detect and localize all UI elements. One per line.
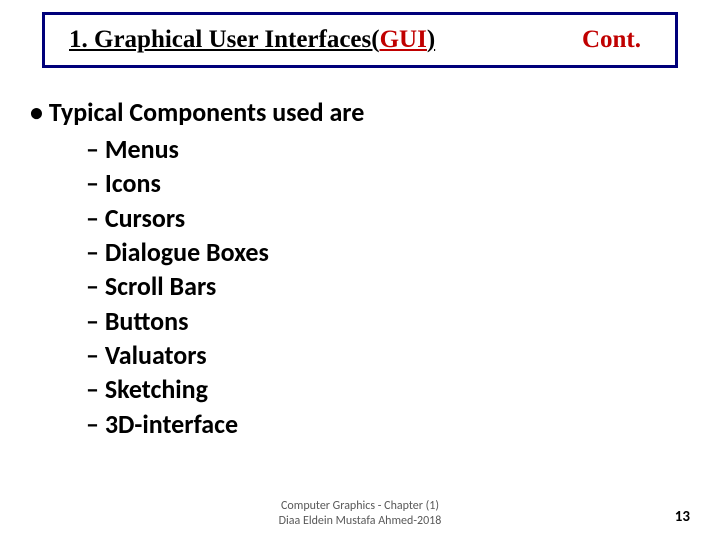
title-prefix: 1. Graphical User Interfaces( — [69, 26, 380, 53]
title-box: 1. Graphical User Interfaces(GUI) Cont. — [42, 12, 678, 68]
title-suffix: ) — [427, 26, 435, 53]
list-item: Icons — [86, 166, 670, 200]
footer: Computer Graphics - Chapter (1) Diaa Eld… — [0, 499, 720, 528]
list-item: Sketching — [86, 372, 670, 406]
list-item: Menus — [86, 132, 670, 166]
main-bullet: Typical Components used are — [30, 96, 670, 128]
list-item: Valuators — [86, 338, 670, 372]
list-item: Dialogue Boxes — [86, 235, 670, 269]
content-area: Typical Components used are Menus Icons … — [30, 96, 670, 441]
title-gui: GUI — [380, 26, 427, 53]
footer-line-2: Diaa Eldein Mustafa Ahmed-2018 — [0, 514, 720, 528]
list-item: Buttons — [86, 304, 670, 338]
footer-line-1: Computer Graphics - Chapter (1) — [0, 499, 720, 513]
title-cont: Cont. — [582, 26, 641, 54]
list-item: Scroll Bars — [86, 269, 670, 303]
slide-title: 1. Graphical User Interfaces(GUI) — [69, 26, 435, 54]
list-item: 3D-interface — [86, 407, 670, 441]
sub-list: Menus Icons Cursors Dialogue Boxes Scrol… — [86, 132, 670, 441]
page-number: 13 — [675, 508, 690, 526]
list-item: Cursors — [86, 201, 670, 235]
